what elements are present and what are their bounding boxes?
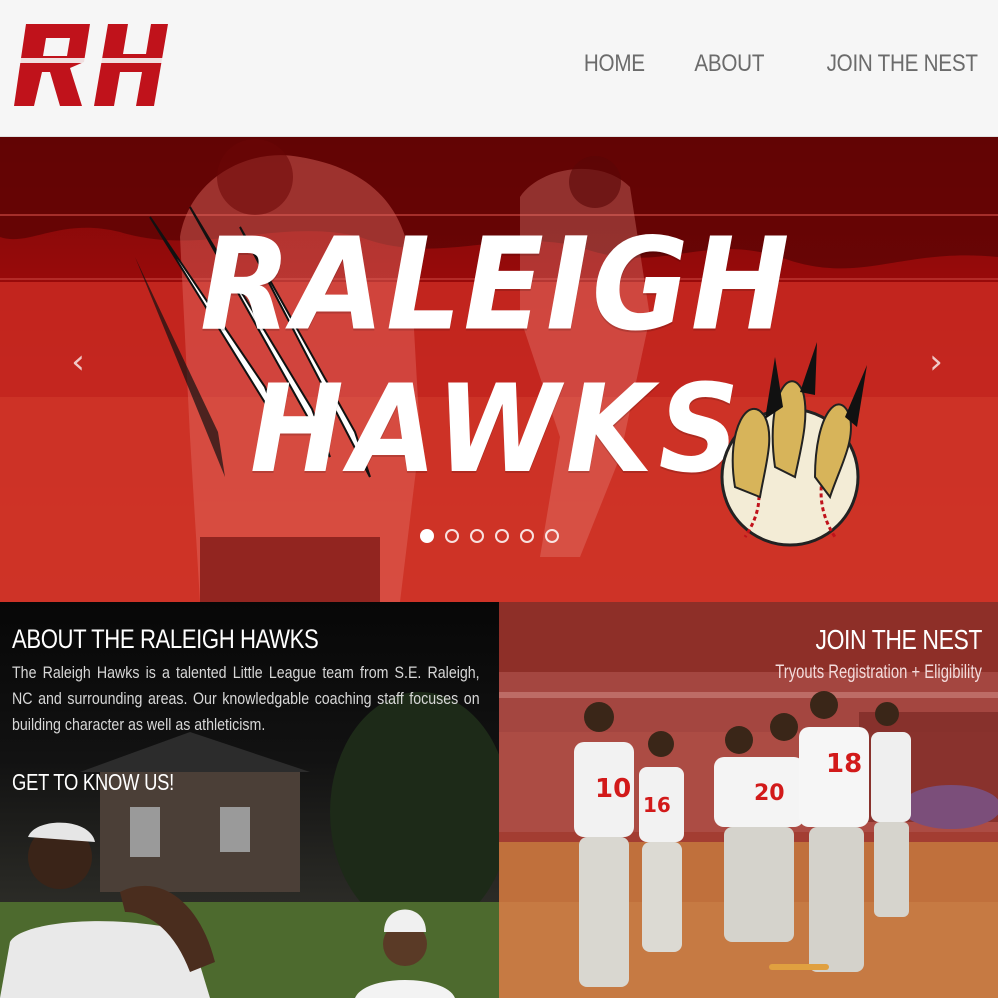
slider-next-button[interactable]: › — [921, 342, 951, 382]
main-nav: HOME ABOUT JOIN THE NEST — [574, 50, 978, 78]
baseball-claw-icon — [720, 342, 867, 547]
nav-about[interactable]: ABOUT — [694, 50, 764, 78]
site-header: HOME ABOUT JOIN THE NEST — [0, 0, 998, 137]
nav-join-the-nest[interactable]: JOIN THE NEST — [827, 50, 978, 78]
slider-dot[interactable] — [470, 529, 484, 543]
slider-dot[interactable] — [545, 529, 559, 543]
svg-text:20: 20 — [754, 781, 785, 806]
svg-text:16: 16 — [643, 793, 671, 817]
join-heading: JOIN THE NEST — [815, 624, 983, 655]
join-subheading: Tryouts Registration + Eligibility — [775, 662, 982, 683]
logo-mark — [12, 24, 168, 106]
about-panel[interactable]: ABOUT THE RALEIGH HAWKS The Raleigh Hawk… — [0, 602, 499, 998]
join-panel[interactable]: 10 16 20 18 JOIN THE NEST Tryouts Regist… — [499, 602, 998, 998]
chevron-left-icon: ‹ — [71, 342, 85, 382]
nav-home[interactable]: HOME — [584, 50, 645, 78]
jersey-number-10: 10 — [595, 774, 631, 804]
claw-scratch-graphic — [135, 206, 371, 478]
slider-prev-button[interactable]: ‹ — [63, 342, 93, 382]
slider-dot[interactable] — [520, 529, 534, 543]
hero-slider: RALEIGH HAWKS ‹ › — [0, 137, 998, 602]
rh-logo[interactable] — [12, 18, 168, 112]
slider-dot[interactable] — [420, 529, 434, 543]
about-description: The Raleigh Hawks is a talented Little L… — [12, 663, 480, 734]
slider-pagination — [420, 529, 559, 543]
chevron-right-icon: › — [929, 342, 943, 382]
slider-dot[interactable] — [445, 529, 459, 543]
svg-text:18: 18 — [826, 749, 862, 779]
get-to-know-us-link[interactable]: GET TO KNOW US! — [12, 769, 174, 796]
about-heading: ABOUT THE RALEIGH HAWKS — [12, 624, 319, 654]
slider-dot[interactable] — [495, 529, 509, 543]
